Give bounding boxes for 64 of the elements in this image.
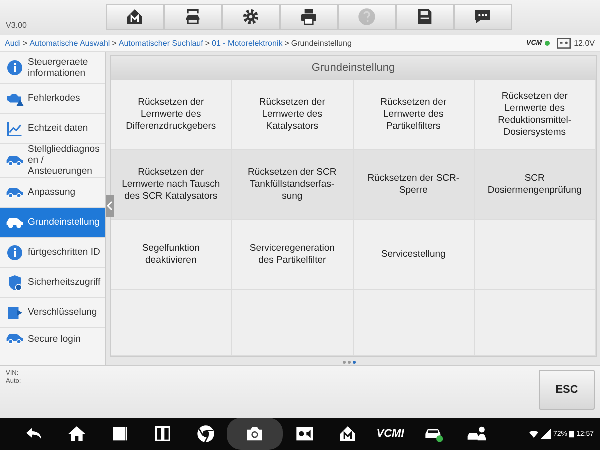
printer-icon bbox=[299, 7, 319, 27]
sidebar-item[interactable]: Stellglieddiagnos en / Ansteuerungen bbox=[0, 144, 105, 178]
sidebar-item[interactable]: Verschlüsselung bbox=[0, 298, 105, 328]
breadcrumb-link[interactable]: 01 - Motorelektronik bbox=[212, 38, 283, 48]
wifi-icon bbox=[529, 430, 540, 438]
home-button[interactable] bbox=[106, 4, 164, 30]
chat-button[interactable] bbox=[454, 4, 512, 30]
info-icon bbox=[6, 244, 24, 262]
breadcrumb-separator: > bbox=[284, 38, 290, 48]
connection-dot-icon bbox=[545, 40, 550, 46]
page-indicator-icon bbox=[343, 361, 356, 365]
function-tile[interactable]: Segelfunktion deaktivieren bbox=[111, 220, 232, 290]
vcmi-button[interactable]: VCMI bbox=[369, 420, 412, 448]
settings-icon bbox=[241, 7, 261, 27]
shield-icon bbox=[6, 274, 24, 292]
battery-icon bbox=[557, 38, 572, 48]
function-tile[interactable]: Rücksetzen der Lernwerte des Katalysators bbox=[232, 80, 354, 150]
help-icon bbox=[357, 7, 377, 27]
function-tile[interactable]: Serviceregeneration des Partikelfilter bbox=[232, 220, 354, 290]
save-button[interactable] bbox=[396, 4, 454, 30]
split-screen-icon bbox=[152, 424, 172, 444]
breadcrumb-link[interactable]: Automatischer Suchlauf bbox=[118, 38, 204, 48]
car-icon bbox=[6, 186, 24, 198]
breadcrumb-separator: > bbox=[112, 38, 117, 48]
sidebar-item[interactable]: Echtzeit daten bbox=[0, 114, 105, 144]
camera-button[interactable] bbox=[227, 418, 283, 450]
car-icon bbox=[6, 154, 24, 166]
home-icon bbox=[66, 424, 86, 444]
home-icon bbox=[338, 424, 358, 444]
panel-title: Grundeinstellung bbox=[111, 56, 596, 80]
browser-icon bbox=[196, 424, 216, 444]
breadcrumb-separator: > bbox=[205, 38, 210, 48]
info-icon bbox=[6, 58, 24, 76]
function-tile[interactable]: Rücksetzen der Lernwerte nach Tausch des SCR Katalysators bbox=[111, 150, 232, 220]
home-icon bbox=[125, 7, 145, 27]
voltage-label: 12.0V bbox=[574, 38, 595, 48]
car-icon bbox=[6, 333, 24, 345]
sidebar-item[interactable]: Steuergeraete informationen bbox=[0, 52, 105, 84]
sidebar-item[interactable]: Grundeinstellung bbox=[0, 208, 105, 238]
settings-button[interactable] bbox=[222, 4, 280, 30]
sidebar-item[interactable]: Fehlerkodes bbox=[0, 84, 105, 114]
breadcrumb-current: Grundeinstellung bbox=[291, 38, 352, 48]
version-label: V3.00 bbox=[5, 21, 28, 32]
breadcrumb-link[interactable]: Audi bbox=[5, 38, 22, 48]
function-tile[interactable]: Rücksetzen der Lernwerte des Partikelfilters bbox=[354, 80, 475, 150]
function-tile[interactable]: Rücksetzen der Lernwerte des Reduktionsmittel-Dosiersystems bbox=[474, 80, 596, 150]
car-lift-button[interactable] bbox=[164, 4, 222, 30]
breadcrumb-link[interactable]: Automatische Auswahl bbox=[30, 38, 110, 48]
line-chart-icon bbox=[6, 120, 24, 138]
function-tile[interactable]: Rücksetzen der SCR-Sperre bbox=[354, 150, 475, 220]
function-tile[interactable]: Rücksetzen der SCR Tankfüllstandserfas-sung bbox=[232, 150, 354, 220]
function-tile[interactable]: SCR Dosiermengenprüfung bbox=[474, 150, 596, 220]
car-icon bbox=[6, 216, 24, 228]
function-tile[interactable]: Rücksetzen der Lernwerte des Differenzdruckgebers bbox=[111, 80, 232, 150]
signal-icon bbox=[541, 429, 552, 439]
sidebar-item[interactable]: Secure login bbox=[0, 328, 105, 350]
breadcrumb-separator: > bbox=[23, 38, 28, 48]
esc-button[interactable]: ESC bbox=[539, 370, 595, 410]
collapse-handle[interactable] bbox=[106, 195, 114, 217]
printer-button[interactable] bbox=[280, 4, 338, 30]
battery-icon bbox=[569, 430, 574, 438]
function-tile[interactable]: Servicestellung bbox=[354, 220, 475, 290]
sidebar-item[interactable]: Sicherheitszugriff bbox=[0, 268, 105, 298]
sidebar-item[interactable]: fürtgeschritten ID bbox=[0, 238, 105, 268]
